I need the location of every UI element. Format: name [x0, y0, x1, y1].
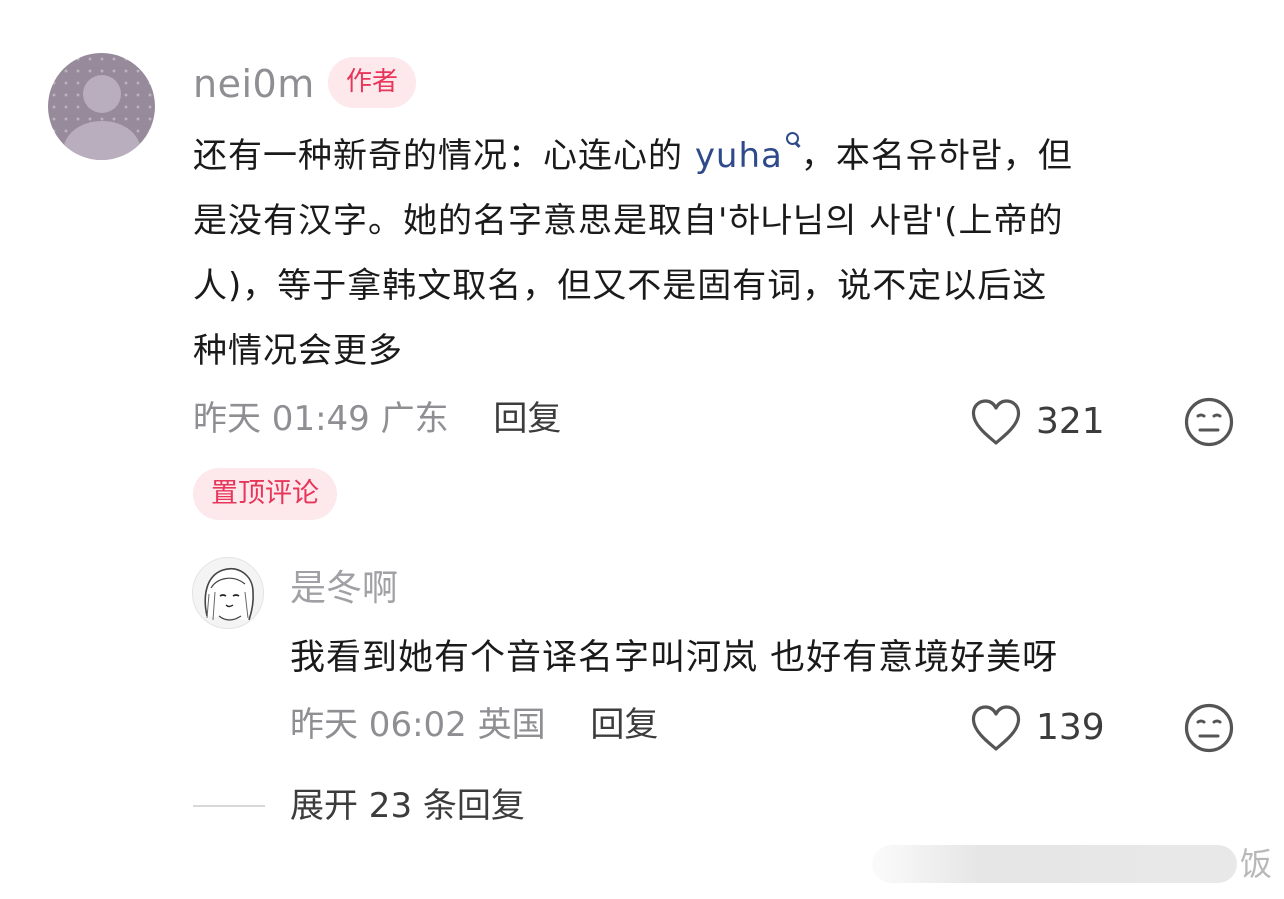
like-count: 321 [1036, 401, 1105, 442]
reply-user-avatar[interactable] [192, 557, 264, 629]
avatar-head-shape [83, 75, 121, 113]
reply-button[interactable]: 回复 [590, 705, 658, 745]
author-avatar[interactable] [48, 53, 155, 160]
comment-line-3: 人)，等于拿韩文取名，但又不是固有词，说不定以后这 [193, 266, 1048, 306]
expand-divider [193, 805, 265, 807]
like-button[interactable]: 139 [970, 703, 1105, 753]
manga-portrait-icon [204, 568, 254, 621]
comment-line-1: 还有一种新奇的情况：心连心的 yuha ，本名유하람，但 [193, 124, 1233, 189]
author-username[interactable]: nei0m [193, 60, 315, 108]
comment-time: 昨天 06:02 [290, 705, 467, 745]
reply-button[interactable]: 回复 [493, 399, 561, 439]
heart-outline-icon [971, 705, 1021, 751]
neutral-face-icon[interactable] [1184, 703, 1234, 753]
expand-replies-button[interactable]: 展开 23 条回复 [290, 783, 525, 829]
watermark-bar [872, 845, 1237, 883]
reply-username[interactable]: 是冬啊 [290, 566, 398, 612]
author-badge: 作者 [328, 57, 417, 108]
heart-outline-icon [971, 399, 1021, 445]
neutral-face-icon[interactable] [1184, 397, 1234, 447]
comment-location: 英国 [477, 705, 546, 745]
comment-text-segment: 还有一种新奇的情况：心连心的 [193, 136, 695, 176]
main-comment-meta: 昨天 01:49 广东 回复 [193, 397, 561, 441]
reply-comment-body: 我看到她有个音译名字叫河岚 也好有意境好美呀 [290, 638, 1059, 678]
search-icon [785, 130, 801, 154]
comment-line-2: 是没有汉字。她的名字意思是取自'하나님의 사람'(上帝的 [193, 201, 1064, 241]
pinned-comment-badge: 置顶评论 [193, 468, 337, 520]
comment-text-segment: ，本名유하람，但 [800, 136, 1073, 176]
like-count: 139 [1036, 707, 1105, 748]
mention-name: yuha [694, 136, 783, 176]
user-mention-link[interactable]: yuha [694, 132, 801, 176]
avatar-body-shape [64, 121, 140, 160]
comment-location: 广东 [380, 399, 449, 439]
like-button[interactable]: 321 [970, 397, 1105, 447]
comment-line-4: 种情况会更多 [193, 331, 403, 371]
watermark-text: 饭 [1240, 845, 1273, 883]
main-comment-body: 还有一种新奇的情况：心连心的 yuha ，本名유하람，但 是没有汉字。她的名字意思… [193, 124, 1233, 384]
reply-comment-meta: 昨天 06:02 英国 回复 [290, 703, 658, 747]
comment-time: 昨天 01:49 [193, 399, 370, 439]
